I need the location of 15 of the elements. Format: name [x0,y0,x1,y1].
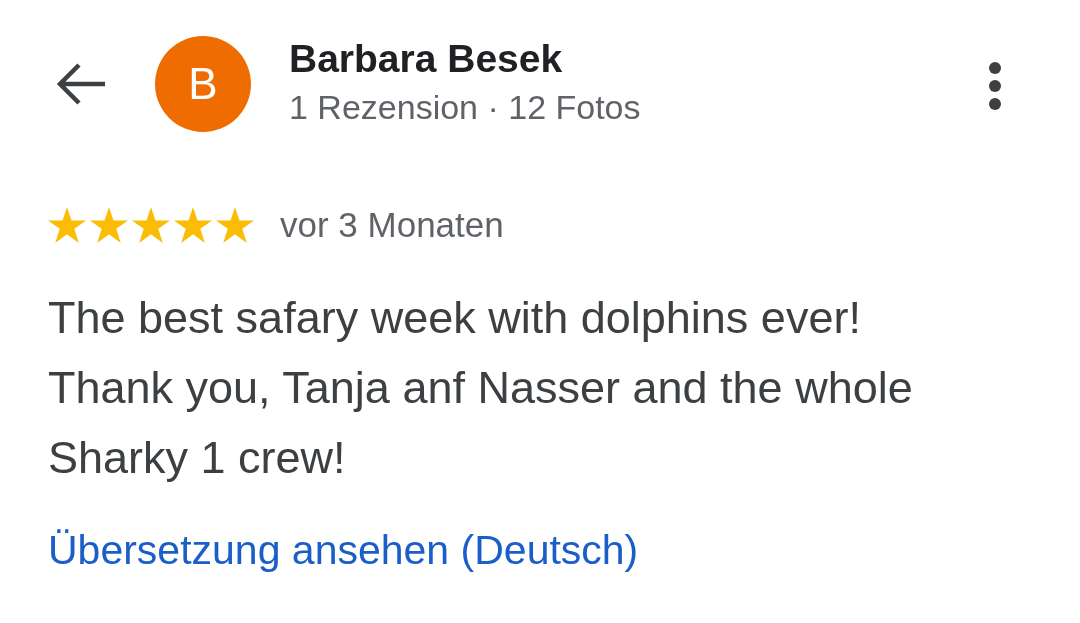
back-button[interactable] [55,62,107,106]
star-icon [132,207,170,243]
more-options-icon [987,62,1003,110]
star-icon [90,207,128,243]
avatar: B [155,36,251,132]
back-arrow-icon [55,62,107,106]
star-icon [174,207,212,243]
translate-link[interactable]: Übersetzung ansehen (Deutsch) [48,526,639,576]
review-text: The best safary week with dolphins ever! Thank you, Tanja anf Nasser and the whole Sharky 1 crew! [48,291,914,485]
star-icon [48,207,86,243]
review-time: vor 3 Monaten [280,204,504,246]
reviewer-name: Barbara Besek [289,36,564,82]
reviewer-stats: 1 Rezension · 12 Fotos [289,86,642,128]
star-icon [216,207,254,243]
more-options-button[interactable] [987,62,1003,110]
